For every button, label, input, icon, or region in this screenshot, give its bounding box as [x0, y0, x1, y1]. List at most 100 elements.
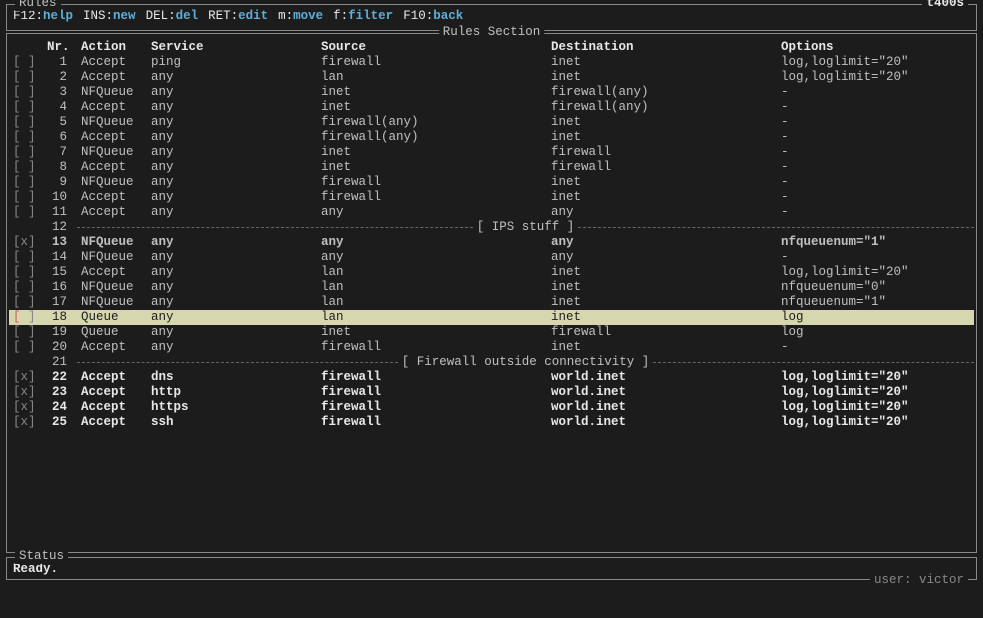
cell-service: http [147, 385, 317, 400]
row-select-indicator[interactable]: [ ] [9, 325, 43, 340]
cell-action: Accept [77, 190, 147, 205]
cell-source: lan [317, 280, 547, 295]
cell-action: Accept [77, 130, 147, 145]
shortcut-key: F10: [403, 9, 433, 23]
row-select-indicator[interactable]: [ ] [9, 310, 43, 325]
table-row[interactable]: [ ]9NFQueueanyfirewallinet- [9, 175, 974, 190]
table-row[interactable]: [ ]17NFQueueanylaninetnfqueuenum="1" [9, 295, 974, 310]
table-row[interactable]: [ ]16NFQueueanylaninetnfqueuenum="0" [9, 280, 974, 295]
cell-service: any [147, 205, 317, 220]
col-header-service: Service [147, 40, 317, 55]
cell-dest: inet [547, 265, 777, 280]
row-select-indicator[interactable]: [ ] [9, 115, 43, 130]
table-row[interactable]: [ ]18Queueanylaninetlog [9, 310, 974, 325]
row-select-indicator[interactable]: [ ] [9, 295, 43, 310]
row-select-indicator[interactable]: [ ] [9, 205, 43, 220]
cell-nr: 2 [43, 70, 77, 85]
table-row[interactable]: [x]24Accepthttpsfirewallworld.inetlog,lo… [9, 400, 974, 415]
table-row[interactable]: [ ]3NFQueueanyinetfirewall(any)- [9, 85, 974, 100]
row-select-indicator[interactable]: [ ] [9, 190, 43, 205]
cell-nr: 1 [43, 55, 77, 70]
row-select-indicator[interactable]: [ ] [9, 265, 43, 280]
row-select-indicator[interactable]: [ ] [9, 85, 43, 100]
table-row[interactable]: [x]25Acceptsshfirewallworld.inetlog,logl… [9, 415, 974, 430]
cell-service: any [147, 310, 317, 325]
cell-dest: inet [547, 55, 777, 70]
rules-table[interactable]: Nr. Action Service Source Destination Op… [9, 40, 974, 430]
shortcut-label: del [176, 9, 199, 23]
cell-service: any [147, 85, 317, 100]
cell-nr: 5 [43, 115, 77, 130]
row-select-indicator[interactable]: [x] [9, 400, 43, 415]
shortcut-item[interactable]: f:filter [333, 9, 393, 23]
top-title: Rules [15, 0, 61, 11]
cell-action: Accept [77, 160, 147, 175]
cell-action: NFQueue [77, 235, 147, 250]
cell-action: Accept [77, 70, 147, 85]
table-row[interactable]: [x]23Accepthttpfirewallworld.inetlog,log… [9, 385, 974, 400]
cell-dest: inet [547, 70, 777, 85]
status-title: Status [15, 549, 68, 564]
cell-service: ping [147, 55, 317, 70]
cell-source: lan [317, 295, 547, 310]
cell-action: Accept [77, 400, 147, 415]
shortcut-item[interactable]: DEL:del [146, 9, 199, 23]
table-row[interactable]: [ ]2Acceptanylaninetlog,loglimit="20" [9, 70, 974, 85]
row-select-indicator[interactable]: [ ] [9, 175, 43, 190]
cell-dest: world.inet [547, 370, 777, 385]
row-select-indicator[interactable]: [ ] [9, 130, 43, 145]
col-header-source: Source [317, 40, 547, 55]
table-row[interactable]: [ ]10Acceptanyfirewallinet- [9, 190, 974, 205]
cell-options: - [777, 190, 974, 205]
table-row[interactable]: [ ]8Acceptanyinetfirewall- [9, 160, 974, 175]
table-row[interactable]: [ ]5NFQueueanyfirewall(any)inet- [9, 115, 974, 130]
table-row[interactable]: [x]22Acceptdnsfirewallworld.inetlog,logl… [9, 370, 974, 385]
cell-dest: inet [547, 310, 777, 325]
row-select-indicator[interactable]: [ ] [9, 70, 43, 85]
cell-source: inet [317, 160, 547, 175]
cell-service: any [147, 325, 317, 340]
cell-dest: firewall [547, 325, 777, 340]
cell-options: nfqueuenum="1" [777, 235, 974, 250]
cell-dest: firewall [547, 160, 777, 175]
row-select-indicator[interactable]: [ ] [9, 250, 43, 265]
row-select-indicator[interactable]: [ ] [9, 160, 43, 175]
cell-nr: 9 [43, 175, 77, 190]
shortcut-item[interactable]: INS:new [83, 9, 136, 23]
table-row[interactable]: [ ]4Acceptanyinetfirewall(any)- [9, 100, 974, 115]
cell-dest: firewall [547, 145, 777, 160]
table-row[interactable]: [ ]11Acceptanyanyany- [9, 205, 974, 220]
shortcut-item[interactable]: RET:edit [208, 9, 268, 23]
table-row[interactable]: [ ]20Acceptanyfirewallinet- [9, 340, 974, 355]
cell-nr: 18 [43, 310, 77, 325]
table-row[interactable]: [ ]6Acceptanyfirewall(any)inet- [9, 130, 974, 145]
cell-dest: inet [547, 280, 777, 295]
cell-nr: 19 [43, 325, 77, 340]
cell-nr: 3 [43, 85, 77, 100]
table-row[interactable]: [x]13NFQueueanyanyanynfqueuenum="1" [9, 235, 974, 250]
row-select-indicator[interactable]: [x] [9, 385, 43, 400]
table-row[interactable]: [ ]15Acceptanylaninetlog,loglimit="20" [9, 265, 974, 280]
shortcut-item[interactable]: F10:back [403, 9, 463, 23]
row-select-indicator[interactable]: [ ] [9, 55, 43, 70]
cell-nr: 22 [43, 370, 77, 385]
row-select-indicator[interactable]: [x] [9, 235, 43, 250]
table-row[interactable]: [ ]19Queueanyinetfirewalllog [9, 325, 974, 340]
hostname: t400s [922, 0, 968, 11]
row-select-indicator[interactable]: [ ] [9, 340, 43, 355]
cell-options: - [777, 100, 974, 115]
row-select-indicator[interactable]: [ ] [9, 100, 43, 115]
row-select-indicator[interactable]: [ ] [9, 280, 43, 295]
shortcut-label: move [293, 9, 323, 23]
row-select-indicator[interactable]: [x] [9, 415, 43, 430]
cell-service: any [147, 70, 317, 85]
section-divider: 21[ Firewall outside connectivity ] [9, 355, 974, 370]
table-row[interactable]: [ ]7NFQueueanyinetfirewall- [9, 145, 974, 160]
table-row[interactable]: [ ]14NFQueueanyanyany- [9, 250, 974, 265]
row-select-indicator[interactable]: [x] [9, 370, 43, 385]
row-select-indicator[interactable]: [ ] [9, 145, 43, 160]
table-row[interactable]: [ ]1Acceptpingfirewallinetlog,loglimit="… [9, 55, 974, 70]
col-header-action: Action [77, 40, 147, 55]
cell-service: any [147, 115, 317, 130]
shortcut-item[interactable]: m:move [278, 9, 323, 23]
